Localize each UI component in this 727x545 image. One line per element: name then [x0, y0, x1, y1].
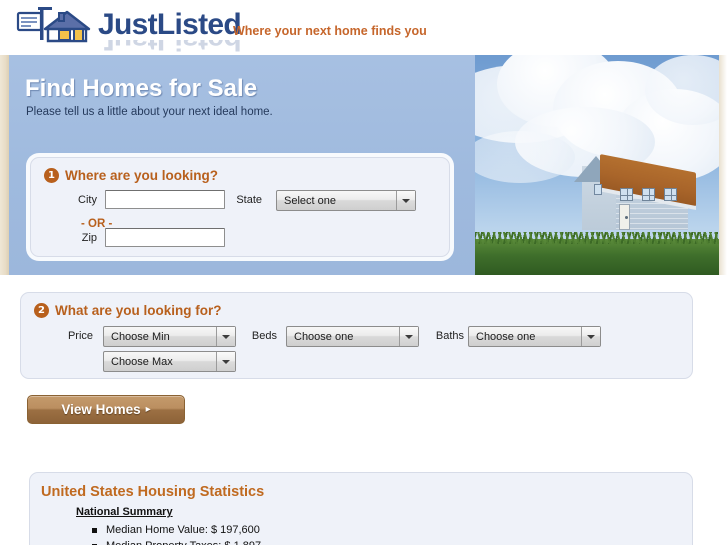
step-1-badge: 1	[44, 168, 59, 183]
step-2-heading-text: What are you looking for?	[55, 303, 222, 318]
list-item: Median Property Taxes: $ 1,897	[90, 538, 261, 545]
stats-list: Median Home Value: $ 197,600 Median Prop…	[90, 522, 261, 545]
zip-label: Zip	[81, 232, 97, 244]
chevron-down-icon	[216, 352, 235, 371]
housing-statistics-panel: United States Housing Statistics Nationa…	[29, 472, 693, 545]
stats-subtitle: National Summary	[76, 506, 173, 518]
state-label: State	[236, 194, 262, 206]
zip-input[interactable]	[105, 228, 225, 247]
step-2-panel: 2 What are you looking for? Price Choose…	[20, 292, 693, 379]
logo-word-just: Just	[98, 8, 158, 41]
beds-select[interactable]: Choose one	[286, 326, 419, 347]
house-illustration	[570, 148, 698, 230]
logo-reflection-text: JustListed	[98, 40, 241, 55]
price-min-value: Choose Min	[111, 330, 170, 343]
step-2-badge: 2	[34, 303, 49, 318]
city-input[interactable]	[105, 190, 225, 209]
arrow-right-icon: ▸	[145, 404, 151, 415]
city-label: City	[78, 194, 97, 206]
chevron-down-icon	[396, 191, 415, 210]
logo-wordmark: JustListed	[98, 8, 242, 41]
site-tagline: Where your next home finds you	[233, 24, 427, 38]
logo-word-listed: Listed	[156, 8, 242, 41]
chevron-down-icon	[581, 327, 600, 346]
step-1-panel: 1 Where are you looking? City - OR - Zip…	[30, 157, 450, 257]
baths-select[interactable]: Choose one	[468, 326, 601, 347]
stats-title: United States Housing Statistics	[41, 484, 265, 500]
beds-value: Choose one	[294, 330, 354, 343]
page-title: Find Homes for Sale	[25, 75, 258, 102]
price-max-select[interactable]: Choose Max	[103, 351, 236, 372]
view-homes-button[interactable]: View Homes ▸	[27, 395, 185, 424]
price-label: Price	[67, 330, 93, 342]
step-1-heading: 1 Where are you looking?	[44, 168, 218, 183]
hero-photo	[475, 55, 719, 275]
grass-foreground	[475, 232, 719, 275]
page-root: JustListed JustListed Where your next ho…	[0, 0, 727, 545]
beds-label: Beds	[251, 330, 277, 342]
step-2-heading: 2 What are you looking for?	[34, 303, 222, 318]
site-header: JustListed JustListed Where your next ho…	[0, 0, 727, 55]
logo-reflection: JustListed	[14, 40, 244, 55]
baths-value: Choose one	[476, 330, 536, 343]
left-edge-strip	[0, 55, 9, 275]
state-select-value: Select one	[284, 194, 336, 207]
baths-label: Baths	[435, 330, 464, 342]
state-select[interactable]: Select one	[276, 190, 416, 211]
price-max-value: Choose Max	[111, 355, 173, 368]
list-item: Median Home Value: $ 197,600	[90, 522, 261, 538]
page-subtitle: Please tell us a little about your next …	[26, 106, 273, 118]
photo-right-edge	[719, 55, 727, 275]
step-1-heading-text: Where are you looking?	[65, 168, 219, 183]
price-min-select[interactable]: Choose Min	[103, 326, 236, 347]
view-homes-label: View Homes	[61, 402, 141, 417]
